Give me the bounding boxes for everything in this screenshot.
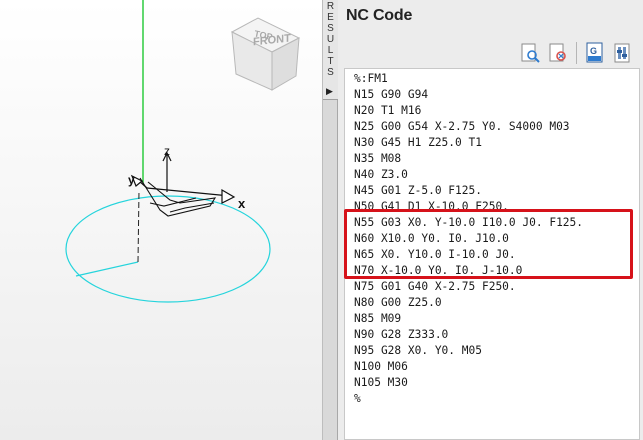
code-line: N40 Z3.0 [354,168,408,181]
z-axis-label: z [164,144,170,158]
replace-icon[interactable] [546,41,570,65]
nc-code-editor[interactable]: %:FM1 N15 G90 G94 N20 T1 M16 N25 G00 G54… [344,68,640,440]
code-line: % [354,392,361,405]
viewport-canvas: z y x TOP FRONT [65,0,301,303]
results-side-strip: RESULTS ▶ [322,0,338,440]
toolpath-circle [65,195,271,303]
y-axis-label: y [128,173,135,187]
code-line: N90 G28 Z333.0 [354,328,449,341]
results-tab-label: RESULTS [326,1,335,78]
toolpath-lead-in [75,261,139,277]
code-line: N15 G90 G94 [354,88,429,101]
nc-code-panel: NC Code G %:FM1 N15 G90 G94 N20 T1 M16 N… [338,0,643,440]
code-line: N80 G00 Z25.0 [354,296,442,309]
code-line: N75 G01 G40 X-2.75 F250. [354,280,516,293]
g-code-icon[interactable]: G [583,41,607,65]
code-line: N95 G28 X0. Y0. M05 [354,344,482,357]
results-tab[interactable]: RESULTS ▶ [323,0,338,100]
code-line: N30 G45 H1 Z25.0 T1 [354,136,482,149]
code-line: N100 M06 [354,360,408,373]
panel-title: NC Code [346,7,413,24]
3d-viewport[interactable]: z y x TOP FRONT [0,0,322,440]
code-line: N35 M08 [354,152,402,165]
highlight-annotation-box [344,209,633,279]
svg-text:G: G [590,46,597,56]
settings-icon[interactable] [611,41,635,65]
code-line: N25 G00 G54 X-2.75 Y0. S4000 M03 [354,120,570,133]
expand-arrow-icon[interactable]: ▶ [326,86,333,96]
x-axis-label: x [238,196,246,211]
tool-shape [139,177,217,217]
code-line: N45 G01 Z-5.0 F125. [354,184,482,197]
code-line: N20 T1 M16 [354,104,422,117]
nc-toolbar: G [518,40,635,66]
axis-triad [130,151,236,204]
plunge-line [137,189,140,263]
code-line: N105 M30 [354,376,408,389]
code-line: %:FM1 [354,72,388,85]
find-icon[interactable] [518,41,542,65]
toolbar-separator [576,42,577,64]
viewcube[interactable]: TOP FRONT [230,17,301,91]
code-line: N85 M09 [354,312,402,325]
